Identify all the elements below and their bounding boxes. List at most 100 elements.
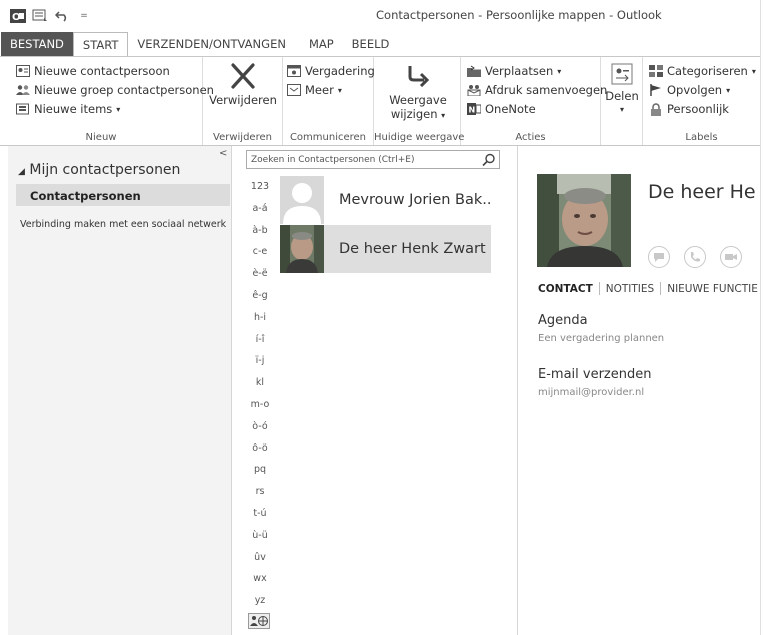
alphabet-index-item[interactable]: wx bbox=[246, 572, 274, 594]
alphabet-index-item[interactable]: ù-ü bbox=[246, 529, 274, 551]
alphabet-index-item[interactable]: c-e bbox=[246, 245, 274, 267]
new-contact-button[interactable]: Nieuwe contactpersoon bbox=[16, 64, 170, 78]
tab-separator bbox=[660, 282, 662, 295]
group-label-nieuw: Nieuw bbox=[85, 132, 117, 143]
group-communiceren: Vergadering Meer ▾ Communiceren bbox=[283, 57, 375, 145]
folder-contactpersonen[interactable]: Contactpersonen bbox=[30, 189, 141, 203]
mail-merge-icon bbox=[467, 83, 481, 97]
new-items-icon bbox=[16, 102, 30, 116]
alphabet-index-item[interactable]: ï-j bbox=[246, 354, 274, 376]
chevron-down-icon: ▾ bbox=[441, 111, 446, 120]
change-view-arrow-icon bbox=[378, 63, 458, 87]
svg-text:N: N bbox=[469, 106, 476, 115]
alphabet-index-item[interactable]: ò-ó bbox=[246, 420, 274, 442]
categorize-button[interactable]: Categoriseren ▾ bbox=[649, 64, 756, 78]
alphabet-index-item[interactable]: rs bbox=[246, 485, 274, 507]
private-button[interactable]: Persoonlijk bbox=[649, 102, 729, 116]
schedule-meeting-link[interactable]: Een vergadering plannen bbox=[538, 333, 664, 344]
meeting-button[interactable]: Vergadering bbox=[287, 64, 375, 78]
collapse-pane-icon[interactable]: < bbox=[219, 148, 227, 159]
my-contacts-header[interactable]: ◢ Mijn contactpersonen bbox=[18, 162, 180, 178]
tab-beeld[interactable]: BEELD bbox=[343, 32, 399, 56]
search-input[interactable]: Zoeken in Contactpersonen (Ctrl+E) bbox=[246, 150, 500, 169]
chevron-down-icon: ▾ bbox=[337, 85, 342, 95]
tab-nieuwe-functie[interactable]: NIEUWE FUNCTIE bbox=[667, 283, 764, 295]
chevron-down-icon: ▾ bbox=[116, 104, 121, 114]
new-items-button[interactable]: Nieuwe items ▾ bbox=[16, 102, 120, 116]
alphabet-index-item[interactable]: pq bbox=[246, 463, 274, 485]
group-label-communiceren: Communiceren bbox=[289, 132, 367, 143]
ribbon-tabs: BESTAND START VERZENDEN/ONTVANGEN MAP BE… bbox=[0, 32, 774, 57]
email-address-link[interactable]: mijnmail@provider.nl bbox=[538, 387, 644, 398]
onenote-button[interactable]: N OneNote bbox=[467, 102, 536, 116]
connect-social-network-link[interactable]: Verbinding maken met een sociaal netwerk bbox=[20, 219, 226, 230]
tab-bestand[interactable]: BESTAND bbox=[1, 32, 73, 56]
alphabet-index-item[interactable]: ûv bbox=[246, 551, 274, 573]
onenote-icon: N bbox=[467, 102, 481, 116]
alphabet-index-item[interactable]: h-i bbox=[246, 311, 274, 333]
alphabet-index-item[interactable]: t-ú bbox=[246, 507, 274, 529]
move-button[interactable]: Verplaatsen ▾ bbox=[467, 64, 561, 78]
tab-separator bbox=[598, 282, 600, 295]
search-icon[interactable] bbox=[479, 152, 499, 168]
customize-qat-icon[interactable]: = bbox=[76, 9, 92, 23]
outlook-logo-icon[interactable]: O bbox=[10, 9, 26, 23]
delete-button[interactable]: Verwijderen bbox=[207, 63, 279, 107]
im-chat-icon[interactable] bbox=[648, 246, 670, 268]
quick-access-toolbar: O = bbox=[10, 9, 92, 23]
phone-icon[interactable] bbox=[684, 246, 706, 268]
contact-tabs: CONTACT NOTITIES NIEUWE FUNCTIE bbox=[538, 282, 764, 295]
search-placeholder: Zoeken in Contactpersonen (Ctrl+E) bbox=[251, 154, 415, 165]
group-huidige-weergave: Weergave wijzigen ▾ Huidige weergave bbox=[374, 57, 464, 145]
alphabet-index-item[interactable]: í-î bbox=[246, 333, 274, 355]
agenda-heading: Agenda bbox=[538, 313, 588, 328]
change-view-button[interactable]: Weergave wijzigen ▾ bbox=[378, 63, 458, 123]
categorize-icon bbox=[649, 64, 663, 78]
alphabet-index-item[interactable]: è-ë bbox=[246, 267, 274, 289]
tab-contact[interactable]: CONTACT bbox=[538, 283, 599, 295]
group-acties: Verplaatsen ▾ Afdruk samenvoegen N OneNo… bbox=[461, 57, 607, 145]
more-button[interactable]: Meer ▾ bbox=[287, 83, 342, 97]
tab-map[interactable]: MAP bbox=[295, 32, 343, 56]
avatar-placeholder bbox=[280, 176, 324, 224]
undo-icon[interactable] bbox=[54, 9, 70, 23]
group-verwijderen: Verwijderen Verwijderen bbox=[203, 57, 283, 145]
new-contact-group-button[interactable]: Nieuwe groep contactpersonen bbox=[16, 83, 214, 97]
tab-verzenden-ontvangen[interactable]: VERZENDEN/ONTVANGEN bbox=[128, 32, 295, 56]
alphabet-index-item[interactable]: a-á bbox=[246, 202, 274, 224]
alphabet-index-item[interactable]: à-b bbox=[246, 224, 274, 246]
send-email-heading: E-mail verzenden bbox=[538, 367, 652, 382]
tab-start[interactable]: START bbox=[72, 32, 129, 57]
follow-up-button[interactable]: Opvolgen ▾ bbox=[649, 83, 730, 97]
contact-card-selected[interactable]: De heer Henk Zwart bbox=[280, 225, 491, 273]
contact-card[interactable]: Mevrouw Jorien Bak... bbox=[280, 176, 491, 224]
group-delen: Delen ▾ bbox=[601, 57, 643, 145]
folder-pane: ◢ Mijn contactpersonen Contactpersonen V… bbox=[8, 146, 232, 635]
pane-divider[interactable] bbox=[517, 146, 518, 635]
group-labels: Categoriseren ▾ Opvolgen ▾ Persoonlijk L… bbox=[643, 57, 760, 145]
send-receive-icon[interactable] bbox=[32, 9, 48, 23]
mail-merge-button[interactable]: Afdruk samenvoegen bbox=[467, 83, 607, 97]
video-icon[interactable] bbox=[720, 246, 742, 268]
group-label-acties: Acties bbox=[515, 132, 546, 143]
chevron-down-icon: ▾ bbox=[726, 85, 731, 95]
contact-name: Mevrouw Jorien Bak... bbox=[339, 192, 491, 208]
alphabet-index-item[interactable]: ô-ö bbox=[246, 442, 274, 464]
flag-icon bbox=[649, 83, 663, 97]
group-label-labels: Labels bbox=[685, 132, 718, 143]
chevron-down-icon: ▾ bbox=[557, 66, 562, 76]
window-edge-scrollbar[interactable] bbox=[760, 0, 774, 635]
contact-photo bbox=[537, 174, 631, 267]
alphabet-index-item[interactable]: m-o bbox=[246, 398, 274, 420]
share-button[interactable]: Delen ▾ bbox=[603, 63, 641, 117]
lock-icon bbox=[649, 102, 663, 116]
index-language-icon[interactable] bbox=[248, 613, 270, 629]
meeting-icon bbox=[287, 64, 301, 78]
contact-actions bbox=[648, 246, 742, 268]
tab-notities[interactable]: NOTITIES bbox=[606, 283, 660, 295]
window-title: Contactpersonen - Persoonlijke mappen - … bbox=[376, 8, 662, 22]
expand-triangle-icon: ◢ bbox=[18, 167, 25, 177]
alphabet-index-item[interactable]: ê-g bbox=[246, 289, 274, 311]
alphabet-index-item[interactable]: 123 bbox=[246, 180, 274, 202]
alphabet-index-item[interactable]: kl bbox=[246, 376, 274, 398]
